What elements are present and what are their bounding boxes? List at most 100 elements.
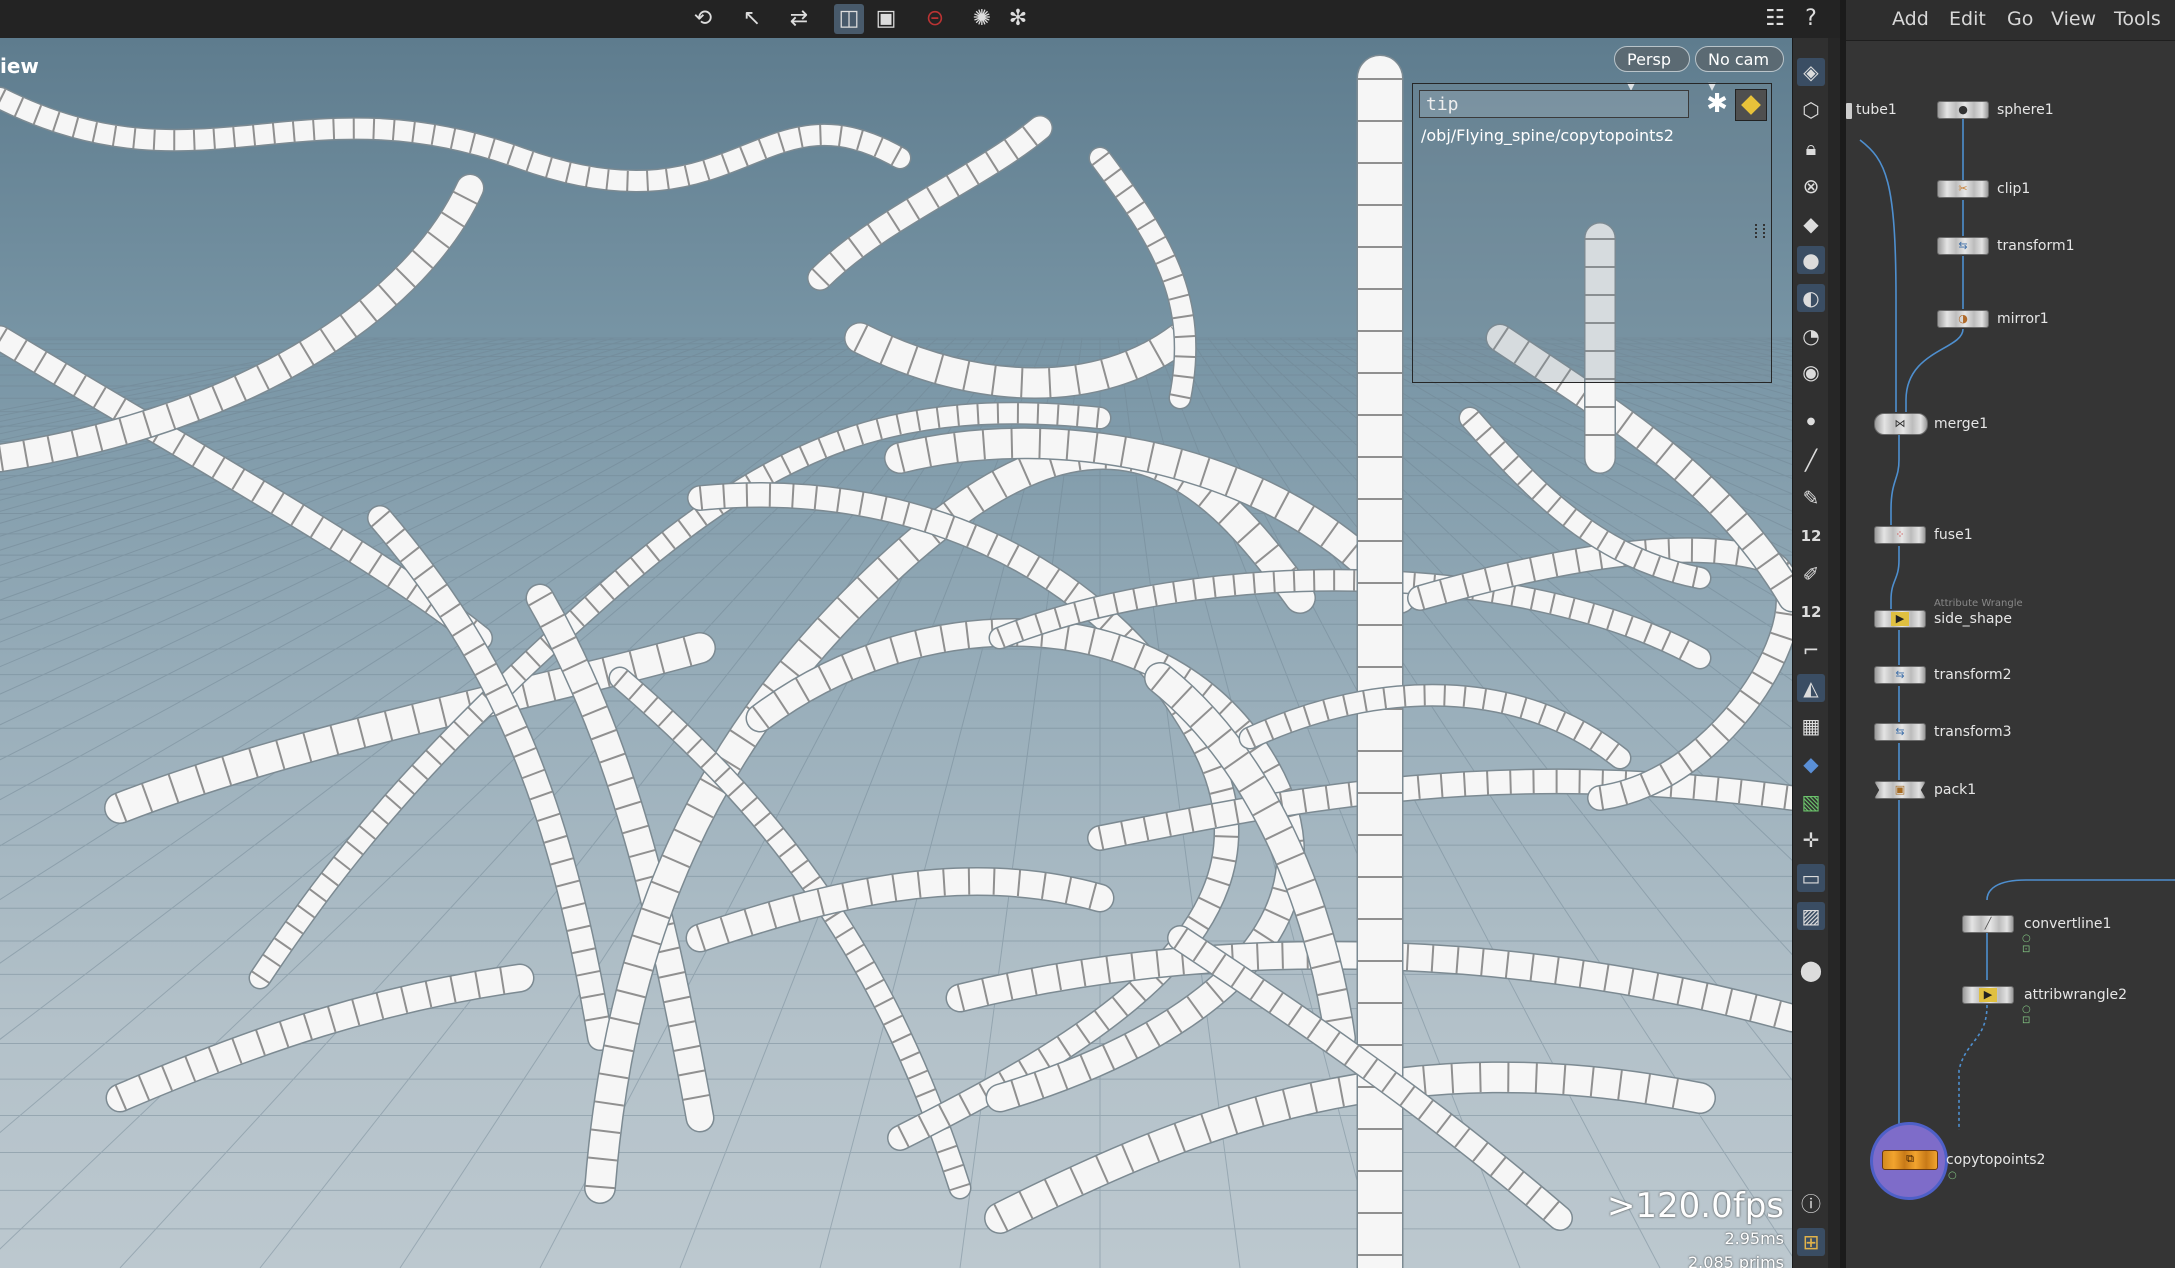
ghost-icon[interactable]: ⬡ bbox=[1797, 96, 1825, 124]
node-body[interactable]: ▶ bbox=[1962, 986, 2014, 1004]
render-region-icon[interactable]: ▭ bbox=[1797, 864, 1825, 892]
grid-line bbox=[0, 337, 381, 411]
transform-icon: ⇆ bbox=[1895, 668, 1905, 681]
network-editor[interactable]: Add Edit Go View Tools tube1 ● sphere1 ✂… bbox=[1846, 0, 2175, 1268]
background-icon[interactable]: ▧ bbox=[1797, 788, 1825, 816]
node-body[interactable]: ⧉ bbox=[1882, 1150, 1938, 1170]
wrangle-icon: ▶ bbox=[1891, 612, 1909, 626]
node-body[interactable]: ✂ bbox=[1937, 180, 1989, 198]
toolbar-scrollbar[interactable] bbox=[1828, 38, 1840, 1268]
node-label: pack1 bbox=[1934, 782, 1977, 798]
node-body[interactable]: ⇆ bbox=[1874, 723, 1926, 741]
visibility-icon[interactable]: ◉ bbox=[1797, 358, 1825, 386]
display-icon[interactable]: ▣ bbox=[871, 4, 901, 34]
pack-icon: ▣ bbox=[1894, 783, 1906, 796]
beaded-curve bbox=[1408, 538, 1792, 810]
wire-tube-merge bbox=[1859, 139, 1897, 412]
paint-icon[interactable]: ✐ bbox=[1797, 560, 1825, 588]
wire-icon[interactable]: ◭ bbox=[1797, 674, 1825, 702]
curve-segment-rings bbox=[0, 182, 482, 471]
node-label: tube1 bbox=[1856, 102, 1897, 118]
settings-icon[interactable]: ✻ bbox=[1003, 4, 1033, 34]
help-icon[interactable]: ? bbox=[1796, 4, 1826, 34]
node-label: transform2 bbox=[1934, 667, 2012, 683]
viewport-toolbar: ⟲ ↖ ⇄ ◫ ▣ ⊝ ✺ ✻ ☷ ? bbox=[0, 0, 1843, 39]
node-body[interactable]: ⋈ bbox=[1874, 413, 1928, 435]
light-icon[interactable]: ◆ bbox=[1797, 210, 1825, 238]
wire-mirror-merge bbox=[1905, 328, 1964, 412]
node-label: sphere1 bbox=[1997, 102, 2054, 118]
node-label: attribwrangle2 bbox=[2024, 987, 2128, 1003]
beaded-curve bbox=[985, 1062, 1715, 1233]
node-type-label: Attribute Wrangle bbox=[1934, 598, 2023, 609]
normal-icon[interactable]: ⌐ bbox=[1797, 636, 1825, 664]
layers-icon[interactable]: ◈ bbox=[1797, 58, 1825, 86]
xray-icon[interactable]: ⊗ bbox=[1797, 172, 1825, 200]
prim-count-readout: 2.085 prims bbox=[1688, 1253, 1784, 1268]
brush-icon[interactable]: ╱ bbox=[1797, 446, 1825, 474]
point-icon[interactable]: ● bbox=[1797, 408, 1825, 436]
info-search-input[interactable] bbox=[1419, 90, 1689, 118]
camera-menu-button[interactable]: No cam ▾ bbox=[1695, 46, 1784, 95]
node-flags: ○ ⊡ bbox=[2022, 1004, 2031, 1026]
beaded-curve bbox=[808, 116, 1052, 290]
merge-icon: ⋈ bbox=[1894, 417, 1906, 430]
lock-icon[interactable]: 🔒︎ bbox=[1797, 134, 1825, 162]
camera-view-icon[interactable]: ◫ bbox=[834, 4, 864, 34]
picture-icon[interactable]: ▨ bbox=[1797, 902, 1825, 930]
perspective-menu-button[interactable]: Persp ▾ bbox=[1614, 46, 1690, 95]
uv-checker-icon[interactable]: ▦ bbox=[1797, 712, 1825, 740]
layout-grid-icon[interactable]: ⊞ bbox=[1797, 1228, 1825, 1256]
node-body[interactable]: ● bbox=[1937, 101, 1989, 119]
pen-icon[interactable]: ✎ bbox=[1797, 484, 1825, 512]
shading-icon[interactable]: ◐ bbox=[1797, 284, 1825, 312]
beaded-curve bbox=[0, 175, 483, 471]
node-body[interactable]: ╱ bbox=[1962, 915, 2014, 933]
frame-time-readout: 2.95ms bbox=[1724, 1229, 1784, 1248]
pin-toggle-button[interactable] bbox=[1735, 89, 1767, 121]
snap-icon[interactable]: ◆ bbox=[1797, 750, 1825, 778]
headlight-icon[interactable]: ● bbox=[1797, 246, 1825, 274]
node-body[interactable]: ▣ bbox=[1874, 781, 1926, 799]
node-body[interactable]: ▶ bbox=[1874, 610, 1926, 628]
gear-icon[interactable]: ✱ bbox=[1703, 90, 1731, 118]
pin-icon[interactable]: ⬤ bbox=[1797, 956, 1825, 984]
node-body[interactable] bbox=[1846, 103, 1852, 119]
node-path-label: /obj/Flying_spine/copytopoints2 bbox=[1421, 126, 1674, 145]
beaded-curve bbox=[845, 323, 1195, 398]
grid-line bbox=[0, 337, 669, 551]
point-number-badge[interactable]: 12 bbox=[1797, 522, 1825, 550]
disabled-icon[interactable]: ⊝ bbox=[920, 4, 950, 34]
layout-icon[interactable]: ☷ bbox=[1760, 4, 1790, 34]
node-label: merge1 bbox=[1934, 416, 1989, 432]
node-body[interactable]: ◑ bbox=[1937, 310, 1989, 328]
diamond-icon bbox=[1741, 95, 1761, 115]
node-body[interactable]: ⁘ bbox=[1874, 526, 1926, 544]
node-label: clip1 bbox=[1997, 181, 2031, 197]
camera-icon[interactable]: ◔ bbox=[1797, 322, 1825, 350]
grid-line bbox=[0, 337, 615, 512]
node-body[interactable]: ⇆ bbox=[1874, 666, 1926, 684]
select-icon[interactable]: ↖ bbox=[737, 4, 767, 34]
transform-handle-icon[interactable]: ⟲ bbox=[688, 4, 718, 34]
info-icon[interactable]: ⓘ bbox=[1797, 1190, 1825, 1218]
sphere-icon: ● bbox=[1958, 103, 1968, 116]
fps-readout: >120.0fps bbox=[1606, 1186, 1784, 1226]
grid-line bbox=[0, 337, 687, 566]
node-body[interactable]: ⇆ bbox=[1937, 237, 1989, 255]
resize-grip[interactable] bbox=[1755, 224, 1765, 238]
fuse-icon: ⁘ bbox=[1895, 528, 1905, 541]
mirror-icon: ◑ bbox=[1958, 312, 1968, 325]
prim-number-badge[interactable]: 12 bbox=[1797, 598, 1825, 626]
node-label: copytopoints2 bbox=[1946, 1152, 2046, 1168]
node-label: fuse1 bbox=[1934, 527, 1973, 543]
transform-icon[interactable]: ⇄ bbox=[784, 4, 814, 34]
viewport-name-label: iew bbox=[0, 54, 39, 78]
display-options-toolbar: ◈ ⬡ 🔒︎ ⊗ ◆ ● ◐ ◔ ◉ ● ╱ ✎ 12 ✐ 12 ⌐ ◭ ▦ ◆… bbox=[1792, 38, 1829, 1268]
scene-viewport[interactable]: iew Persp ▾ No cam ▾ ✱ /obj/Flying_spine… bbox=[0, 38, 1792, 1268]
transform-icon: ⇆ bbox=[1895, 725, 1905, 738]
wrangle-icon: ▶ bbox=[1979, 988, 1997, 1002]
node-flags: ○ bbox=[1948, 1170, 1957, 1181]
snapshot-icon[interactable]: ✺ bbox=[967, 4, 997, 34]
origin-icon[interactable]: ✛ bbox=[1797, 826, 1825, 854]
